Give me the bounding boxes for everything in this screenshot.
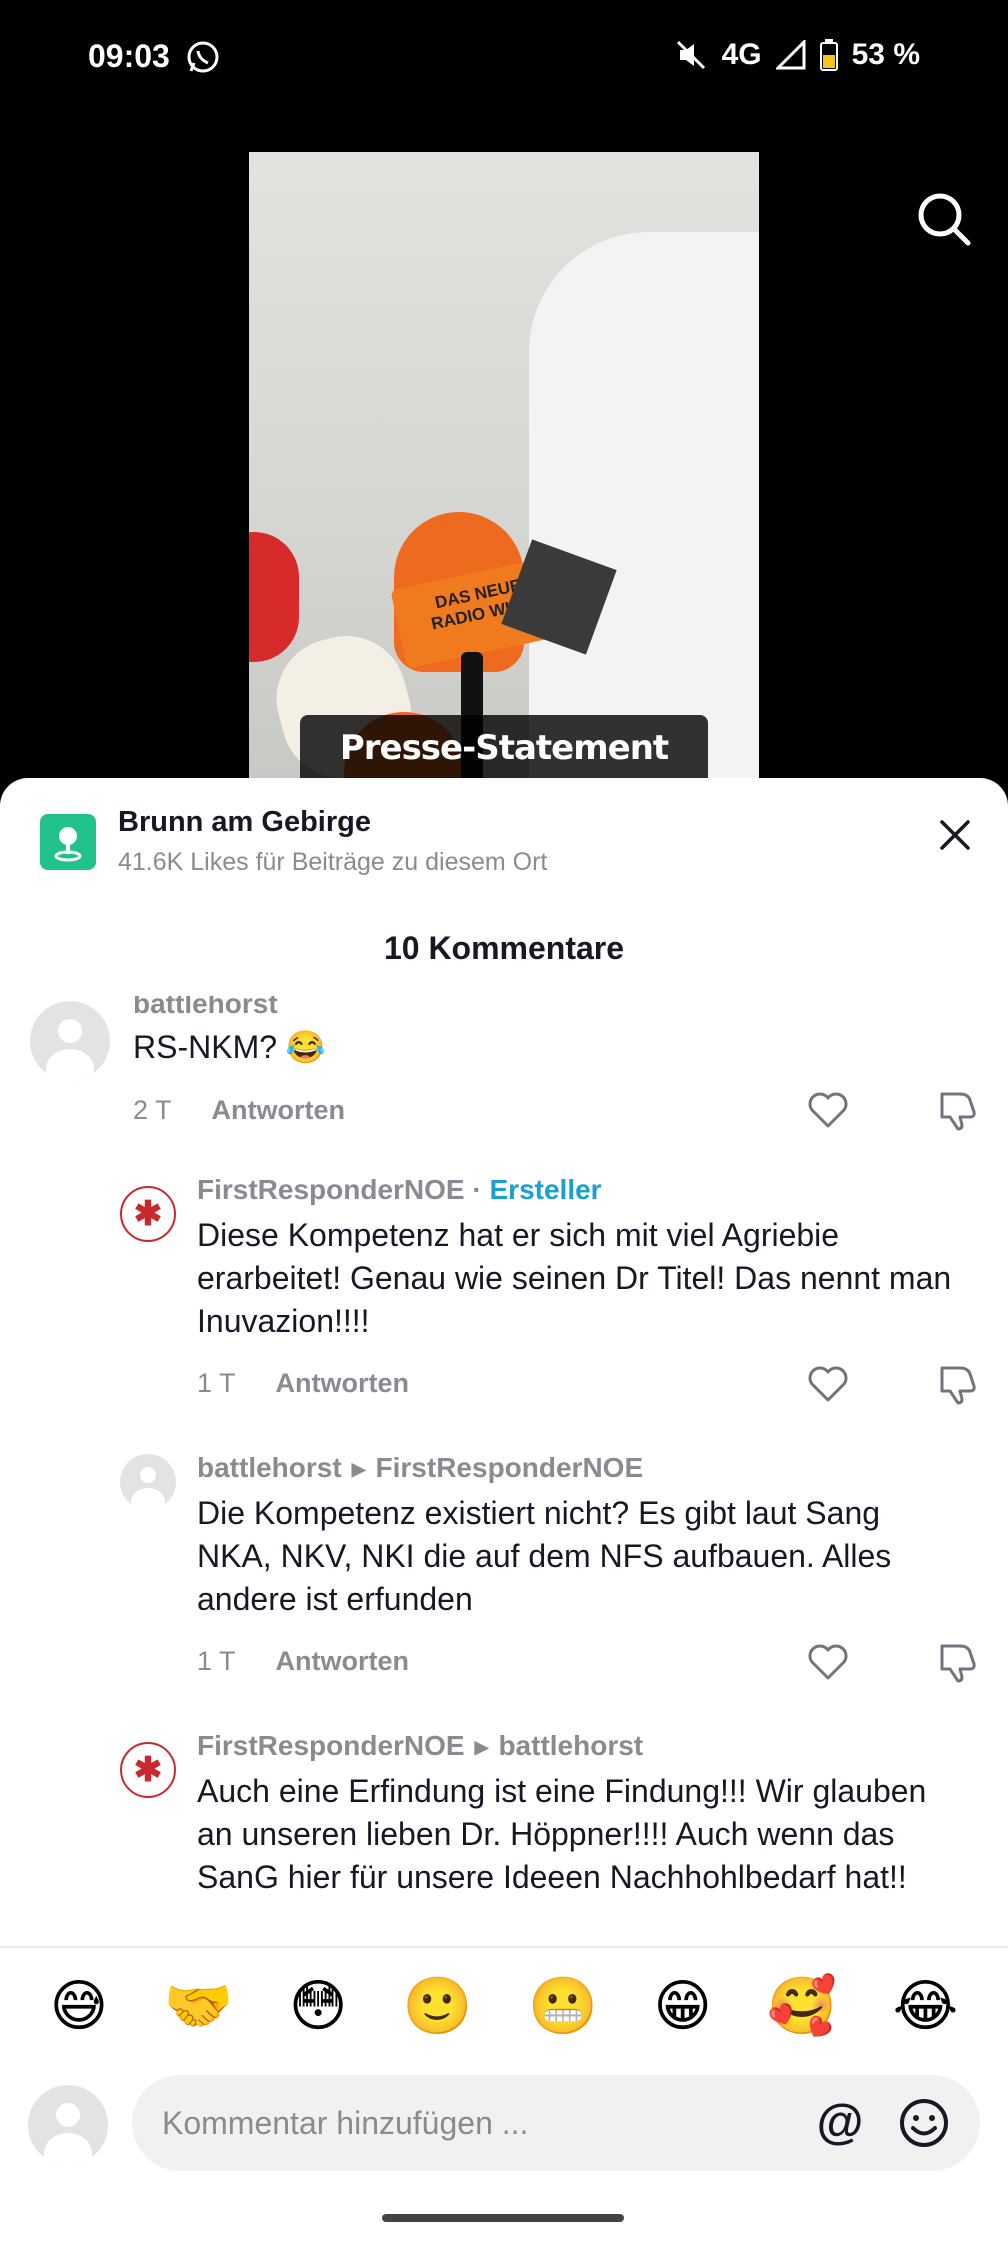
mute-icon bbox=[676, 40, 705, 70]
comment-time: 1 T bbox=[197, 1368, 236, 1398]
comment-item: ✱ FirstResponderNOE ▶ battlehorst Auch ein… bbox=[0, 1702, 1008, 2002]
emoji-button[interactable]: 😬 bbox=[528, 1972, 598, 2052]
comment-item: ✱ FirstResponderNOE · Ersteller Diese Ko… bbox=[0, 1146, 1008, 1424]
creator-separator: · bbox=[464, 1174, 490, 1205]
comment-meta: 1 T Antworten bbox=[197, 1368, 409, 1399]
comment-username[interactable]: battlehorst bbox=[133, 996, 278, 1020]
reply-arrow-icon: ▶ bbox=[474, 1737, 489, 1758]
avatar[interactable]: ✱ bbox=[120, 1186, 176, 1242]
reply-to-user[interactable]: battlehorst bbox=[498, 1730, 643, 1761]
heart-icon[interactable] bbox=[806, 1640, 850, 1684]
avatar[interactable] bbox=[30, 1001, 110, 1081]
my-avatar[interactable] bbox=[28, 2085, 108, 2165]
comment-username-text[interactable]: FirstResponderNOE bbox=[197, 1174, 465, 1205]
comment-text: Die Kompetenz existiert nicht? Es gibt l… bbox=[197, 1495, 892, 1617]
dislike-icon[interactable] bbox=[936, 1088, 980, 1132]
emoji-button[interactable]: 😳 bbox=[289, 1972, 347, 2052]
emoji-button[interactable]: 🤝 bbox=[164, 1972, 234, 2052]
comment-username-text[interactable]: battlehorst bbox=[197, 1452, 342, 1483]
close-icon[interactable] bbox=[930, 810, 980, 860]
status-bar: 09:03 4G 53 % bbox=[0, 0, 1008, 115]
reply-to-user[interactable]: FirstResponderNOE bbox=[376, 1452, 644, 1483]
emoji-button[interactable]: 🥰 bbox=[767, 1972, 837, 2052]
dislike-icon[interactable] bbox=[936, 1362, 980, 1406]
location-pin-icon bbox=[40, 814, 96, 870]
comments-count-title: 10 Kommentare bbox=[383, 930, 625, 966]
emoji-button[interactable]: 😁 bbox=[653, 1972, 711, 2052]
heart-icon[interactable] bbox=[806, 1088, 850, 1132]
comments-list[interactable]: battlehorst RS-NKM? 😂 2 T Antworten ✱ Fir… bbox=[0, 996, 1008, 2002]
comment-text: Auch eine Erfindung ist eine Findung!!! … bbox=[197, 1773, 927, 1895]
comment-username[interactable]: battlehorst ▶ FirstResponderNOE bbox=[197, 1452, 643, 1484]
comment-composer: @ bbox=[0, 2075, 1008, 2175]
comment-username[interactable]: FirstResponderNOE ▶ battlehorst bbox=[197, 1730, 643, 1762]
avatar[interactable] bbox=[120, 1454, 176, 1510]
composer-divider bbox=[0, 1946, 1008, 1948]
video-player[interactable]: DAS NEUE RADIO WIEN Presse-Statement anl… bbox=[0, 115, 1008, 780]
home-indicator[interactable] bbox=[382, 2214, 624, 2222]
video-caption: Presse-Statement anlässlich bbox=[300, 715, 708, 780]
network-label: 4G bbox=[721, 38, 762, 71]
microphone-red bbox=[249, 532, 299, 662]
emoji-button[interactable]: 😂 bbox=[893, 1972, 958, 2052]
emoji-picker-icon[interactable] bbox=[896, 2095, 952, 2151]
video-frame[interactable]: DAS NEUE RADIO WIEN Presse-Statement anl… bbox=[249, 152, 759, 780]
comment-item: battlehorst RS-NKM? 😂 2 T Antworten bbox=[0, 996, 1008, 1146]
location-title: Brunn am Gebirge bbox=[118, 806, 371, 838]
comment-text: Diese Kompetenz hat er sich mit viel Agr… bbox=[197, 1217, 952, 1339]
mention-button[interactable]: @ bbox=[812, 2093, 868, 2153]
battery-label: 53 % bbox=[851, 38, 920, 71]
search-icon[interactable] bbox=[912, 187, 976, 251]
comment-meta: 2 T Antworten bbox=[133, 1095, 345, 1126]
dislike-icon[interactable] bbox=[936, 1640, 980, 1684]
location-banner[interactable]: Brunn am Gebirge 41.6K Likes für Beiträg… bbox=[0, 778, 1008, 888]
comment-time: 2 T bbox=[133, 1095, 172, 1125]
reply-button[interactable]: Antworten bbox=[212, 1095, 345, 1125]
comment-username-text[interactable]: FirstResponderNOE bbox=[197, 1730, 465, 1761]
location-subtitle: 41.6K Likes für Beiträge zu diesem Ort bbox=[118, 848, 548, 876]
whatsapp-icon bbox=[187, 41, 219, 73]
reply-button[interactable]: Antworten bbox=[276, 1646, 409, 1676]
signal-icon bbox=[775, 40, 806, 70]
battery-icon bbox=[819, 39, 838, 71]
comment-item: battlehorst ▶ FirstResponderNOE Die Kompet… bbox=[0, 1424, 1008, 1702]
heart-icon[interactable] bbox=[806, 1362, 850, 1406]
reply-button[interactable]: Antworten bbox=[276, 1368, 409, 1398]
emoji-button[interactable]: 😅 bbox=[50, 1972, 108, 2052]
comment-username[interactable]: FirstResponderNOE · Ersteller bbox=[197, 1174, 602, 1206]
creator-badge: Ersteller bbox=[489, 1174, 602, 1205]
person-figure bbox=[529, 232, 759, 780]
comment-time: 1 T bbox=[197, 1646, 236, 1676]
status-time: 09:03 bbox=[88, 38, 170, 74]
avatar[interactable]: ✱ bbox=[120, 1742, 176, 1798]
comment-meta: 1 T Antworten bbox=[197, 1646, 409, 1677]
reply-arrow-icon: ▶ bbox=[351, 1459, 366, 1480]
emoji-button[interactable]: 🙂 bbox=[403, 1972, 473, 2052]
comment-text: RS-NKM? 😂 bbox=[133, 1029, 326, 1065]
status-right: 4G 53 % bbox=[674, 38, 920, 72]
emoji-quick-bar: 😅 🤝 😳 🙂 😬 😁 🥰 😂 bbox=[0, 1972, 1008, 2052]
